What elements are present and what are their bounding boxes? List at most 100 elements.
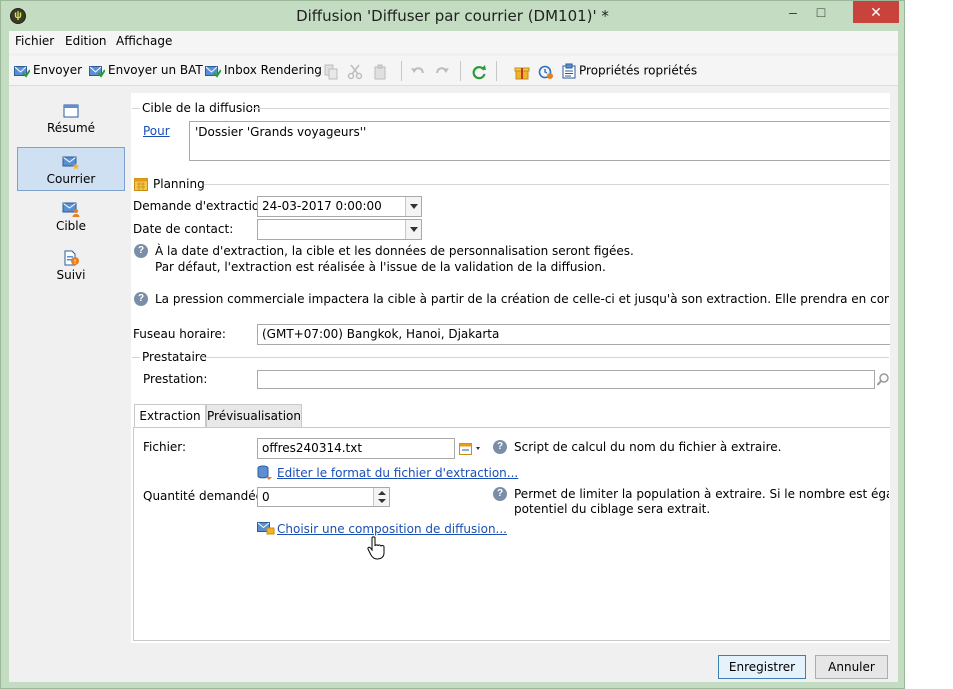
cancel-button[interactable]: Annuler xyxy=(815,655,888,679)
send-mail-icon xyxy=(14,65,30,78)
save-button[interactable]: Enregistrer xyxy=(718,655,806,679)
sidebar-item-cible[interactable]: Cible xyxy=(17,195,125,239)
extraction-info-line2: Par défaut, l'extraction est réalisée à … xyxy=(155,260,606,274)
sidebar-item-label: Courrier xyxy=(46,172,96,186)
hand-cursor-icon xyxy=(367,536,385,560)
contact-date-combo[interactable] xyxy=(257,219,422,240)
window-title: Diffusion 'Diffuser par courrier (DM101)… xyxy=(296,7,609,25)
sidebar-item-suivi[interactable]: ! Suivi xyxy=(17,244,125,288)
composition-icon xyxy=(257,522,275,535)
inbox-rendering-button[interactable]: Inbox Rendering xyxy=(205,63,322,81)
stepper-arrows[interactable] xyxy=(373,488,389,506)
pressure-info: La pression commerciale impactera la cib… xyxy=(155,292,889,306)
application-window: ψ Diffusion 'Diffuser par courrier (DM10… xyxy=(0,0,905,689)
stepper-up-icon[interactable] xyxy=(378,491,386,495)
help-icon: ? xyxy=(493,487,507,501)
target-icon xyxy=(62,202,80,217)
sidebar-item-resume[interactable]: Résumé xyxy=(17,97,125,141)
quantity-stepper[interactable]: 0 xyxy=(257,487,390,507)
script-editor-icon[interactable] xyxy=(459,442,483,456)
group-line xyxy=(132,357,140,358)
sidebar-item-label: Résumé xyxy=(46,121,96,135)
group-line xyxy=(132,108,140,109)
summary-icon xyxy=(63,104,79,118)
title-bar[interactable]: ψ Diffusion 'Diffuser par courrier (DM10… xyxy=(1,1,904,31)
inbox-rendering-icon xyxy=(205,65,221,78)
target-value-field[interactable]: 'Dossier 'Grands voyageurs'' xyxy=(189,121,890,161)
menu-fichier[interactable]: Fichier xyxy=(15,34,54,48)
quantity-help-line2: potentiel du ciblage sera extrait. xyxy=(514,502,711,516)
sidebar-item-courrier[interactable]: Courrier xyxy=(17,147,125,191)
extraction-date-combo[interactable]: 24-03-2017 0:00:00 xyxy=(257,196,422,217)
extraction-tab-panel xyxy=(133,427,890,641)
svg-text:!: ! xyxy=(74,258,77,266)
file-value: offres240314.txt xyxy=(262,441,363,455)
mail-icon xyxy=(62,156,80,170)
sidebar-item-label: Cible xyxy=(55,219,87,233)
quantity-help-line1: Permet de limiter la population à extrai… xyxy=(514,487,889,501)
help-icon: ? xyxy=(134,244,148,258)
schedule-settings-icon[interactable] xyxy=(538,64,554,80)
to-link[interactable]: Pour xyxy=(143,124,170,138)
send-button[interactable]: Envoyer xyxy=(14,63,82,81)
send-proof-button[interactable]: Envoyer un BAT xyxy=(89,63,203,81)
quantity-value: 0 xyxy=(262,490,270,504)
cut-icon[interactable] xyxy=(347,64,363,80)
refresh-icon[interactable] xyxy=(471,64,487,80)
toolbar-separator xyxy=(496,61,497,81)
paste-icon[interactable] xyxy=(372,64,388,80)
planning-title: Planning xyxy=(153,177,205,191)
stepper-down-icon[interactable] xyxy=(378,499,386,503)
help-icon: ? xyxy=(134,292,148,306)
edit-format-link[interactable]: Editer le format du fichier d'extraction… xyxy=(277,466,518,480)
toolbar-separator xyxy=(401,61,402,81)
copy-icon[interactable] xyxy=(323,64,339,80)
group-line xyxy=(204,184,889,185)
help-icon: ? xyxy=(493,440,507,454)
menu-affichage[interactable]: Affichage xyxy=(116,34,172,48)
timezone-field[interactable]: (GMT+07:00) Bangkok, Hanoi, Djakarta xyxy=(257,324,890,345)
sidebar: Résumé Courrier Cible ! Suivi xyxy=(17,93,127,644)
database-format-icon xyxy=(257,465,272,480)
close-button[interactable]: ✕ xyxy=(853,1,899,23)
toolbar-separator xyxy=(460,61,461,81)
redo-icon[interactable] xyxy=(434,64,450,80)
tracking-icon: ! xyxy=(64,250,79,266)
gift-icon[interactable] xyxy=(514,64,530,80)
file-field[interactable]: offres240314.txt xyxy=(257,438,455,459)
menu-edition[interactable]: Edition xyxy=(65,34,107,48)
composition-link[interactable]: Choisir une composition de diffusion... xyxy=(277,522,507,536)
timezone-label: Fuseau horaire: xyxy=(133,327,226,341)
service-field[interactable] xyxy=(257,370,875,389)
provider-title: Prestataire xyxy=(142,350,207,364)
quantity-label: Quantité demandée: xyxy=(143,489,268,503)
inbox-rendering-label: Inbox Rendering xyxy=(224,63,322,77)
tab-extraction[interactable]: Extraction xyxy=(134,404,206,428)
service-label: Prestation: xyxy=(143,372,208,386)
chevron-down-icon[interactable] xyxy=(405,197,421,216)
maximize-button[interactable]: □ xyxy=(807,1,835,23)
menu-bar: Fichier Edition Affichage xyxy=(9,31,898,53)
target-value: 'Dossier 'Grands voyageurs'' xyxy=(195,125,367,139)
extraction-date-label: Demande d'extraction: xyxy=(133,199,271,213)
extraction-info-line1: À la date d'extraction, la cible et les … xyxy=(155,244,634,258)
group-line xyxy=(201,357,889,358)
send-proof-label: Envoyer un BAT xyxy=(108,63,203,77)
file-label: Fichier: xyxy=(143,440,187,454)
timezone-value: (GMT+07:00) Bangkok, Hanoi, Djakarta xyxy=(262,327,500,341)
undo-icon[interactable] xyxy=(410,64,426,80)
properties-button[interactable]: Propriétés ropriétés xyxy=(562,63,697,81)
calendar-icon xyxy=(134,178,148,191)
toolbar: Envoyer Envoyer un BAT Inbox Rendering P… xyxy=(9,56,898,86)
search-icon[interactable] xyxy=(877,372,890,386)
properties-icon xyxy=(562,63,576,79)
properties-label: Propriétés ropriétés xyxy=(579,63,698,78)
tab-previsualisation[interactable]: Prévisualisation xyxy=(206,404,302,428)
chevron-down-icon[interactable] xyxy=(405,220,421,239)
file-help-text: Script de calcul du nom du fichier à ext… xyxy=(514,440,782,454)
minimize-button[interactable]: – xyxy=(779,1,807,23)
send-label: Envoyer xyxy=(33,63,83,77)
group-line xyxy=(251,108,889,109)
send-proof-icon xyxy=(89,65,105,78)
extraction-date-value: 24-03-2017 0:00:00 xyxy=(262,199,382,213)
